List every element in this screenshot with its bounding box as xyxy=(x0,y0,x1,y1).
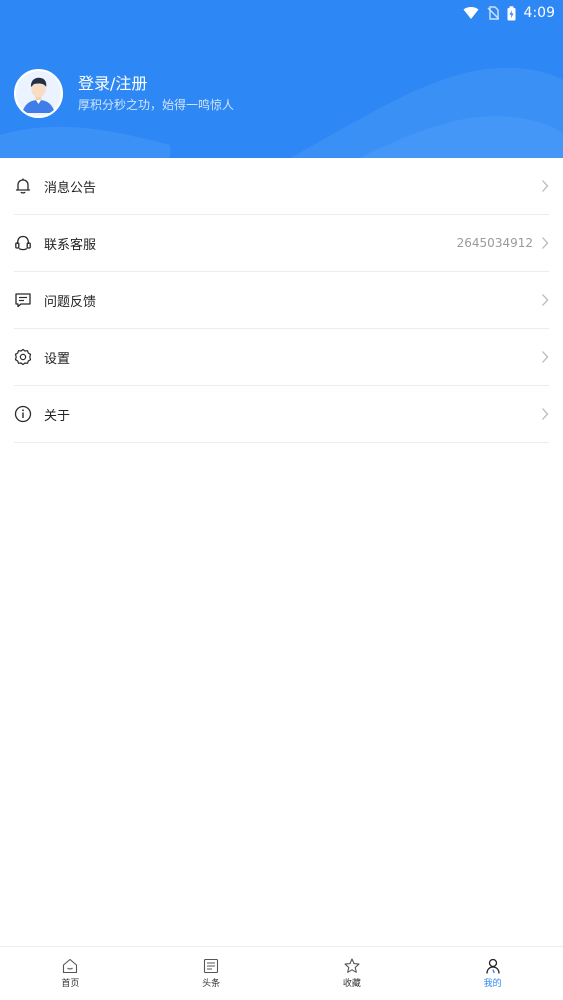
status-time: 4:09 xyxy=(523,5,555,21)
customer-service-icon xyxy=(14,234,32,252)
info-icon xyxy=(14,405,32,423)
user-icon xyxy=(485,958,500,974)
tab-label: 我的 xyxy=(483,979,502,989)
chevron-right-icon xyxy=(542,351,549,363)
chevron-right-icon xyxy=(542,408,549,420)
news-icon xyxy=(204,958,219,974)
bottom-tab-bar: 首页 头条 收藏 我的 xyxy=(0,946,563,1000)
menu-item-about[interactable]: 关于 xyxy=(14,386,549,443)
menu-label: 消息公告 xyxy=(44,180,97,196)
chevron-right-icon xyxy=(542,294,549,306)
status-bar: 4:09 xyxy=(0,0,563,26)
menu-label: 设置 xyxy=(44,351,71,367)
tab-label: 首页 xyxy=(61,979,80,989)
chevron-right-icon xyxy=(542,180,549,192)
settings-icon xyxy=(14,348,32,366)
menu-label: 问题反馈 xyxy=(44,294,97,310)
feedback-icon xyxy=(14,291,32,309)
login-entry[interactable]: 登录/注册 厚积分秒之功，始得一鸣惊人 xyxy=(14,69,234,118)
tab-favorites[interactable]: 收藏 xyxy=(282,947,423,1000)
bell-icon xyxy=(14,177,32,195)
tab-label: 收藏 xyxy=(342,979,361,989)
settings-menu: 消息公告 联系客服 2645034912 问题反馈 设置 关于 xyxy=(0,158,563,443)
tab-news[interactable]: 头条 xyxy=(141,947,282,1000)
profile-subtitle: 厚积分秒之功，始得一鸣惊人 xyxy=(78,98,235,112)
menu-item-announcements[interactable]: 消息公告 xyxy=(14,158,549,215)
wifi-icon xyxy=(463,7,479,20)
no-sim-icon xyxy=(487,6,499,20)
tab-home[interactable]: 首页 xyxy=(0,947,141,1000)
star-icon xyxy=(344,958,360,973)
home-icon xyxy=(63,958,78,974)
menu-label: 关于 xyxy=(44,408,71,424)
battery-charging-icon xyxy=(507,5,516,20)
menu-item-settings[interactable]: 设置 xyxy=(14,329,549,386)
menu-item-feedback[interactable]: 问题反馈 xyxy=(14,272,549,329)
avatar[interactable] xyxy=(14,69,63,118)
login-register-title[interactable]: 登录/注册 xyxy=(78,73,234,95)
menu-item-customer-service[interactable]: 联系客服 2645034912 xyxy=(14,215,549,272)
customer-service-qq: 2645034912 xyxy=(456,236,533,250)
chevron-right-icon xyxy=(542,237,549,249)
profile-header: 4:09 登录/注册 厚积分秒之功，始得一鸣惊人 xyxy=(0,0,563,158)
tab-label: 头条 xyxy=(202,979,221,989)
tab-mine[interactable]: 我的 xyxy=(422,947,563,1000)
menu-label: 联系客服 xyxy=(44,237,97,253)
